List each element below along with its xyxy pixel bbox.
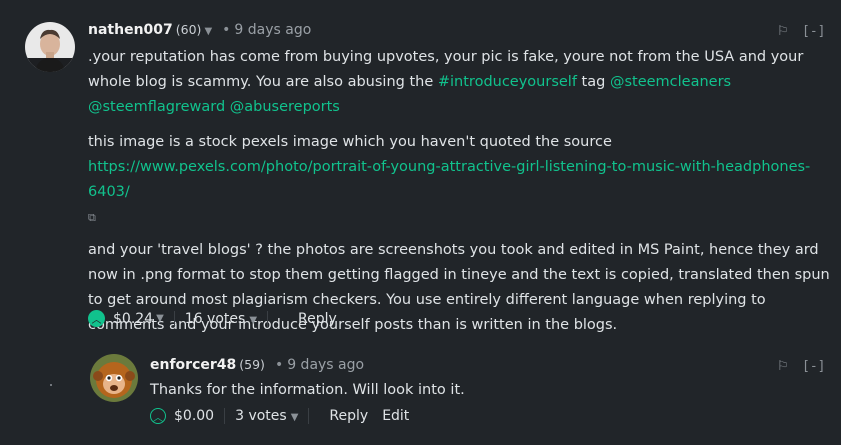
chevron-up-icon: ︿ [153,412,163,424]
flag-icon[interactable]: ⚐ [777,359,789,374]
comment-body: Thanks for the information. Will look in… [150,378,465,403]
reputation: (59) [239,357,265,372]
reply-button[interactable]: Reply [298,311,337,327]
caret-down-icon: ▼ [290,412,299,423]
edit-button[interactable]: Edit [382,408,409,424]
caret-down-icon[interactable]: ▼ [204,26,212,37]
chevron-up-icon: ︿ [91,315,102,326]
separator-dot: • [274,357,284,373]
votes-dropdown[interactable]: 3 votes ▼ [235,408,298,424]
divider [267,310,269,327]
upvote-button[interactable]: ︿ [150,408,166,424]
author-name[interactable]: enforcer48 [150,357,236,373]
separator-dot: • [222,22,231,38]
payout[interactable]: $0.24 [113,311,153,327]
divider [173,310,175,327]
paragraph-1: Thanks for the information. Will look in… [150,382,465,398]
divider [308,408,310,424]
timestamp[interactable]: 9 days ago [234,22,311,38]
mention-link[interactable]: @abusereports [230,99,340,115]
reply-button[interactable]: Reply [329,408,368,424]
comment-footer: ︿ $0.24 ▼ 16 votes ▼ Reply [88,310,337,327]
upvote-button[interactable]: ︿ [88,310,105,327]
flag-icon[interactable]: ⚐ [777,24,789,39]
external-link[interactable]: https://www.pexels.com/photo/portrait-of… [88,159,810,200]
tag-link[interactable]: #introduceyourself [438,74,577,90]
comment-body: .your reputation has come from buying up… [88,45,833,338]
comment-header: nathen007 (60) ▼ • 9 days ago [88,22,311,38]
payout[interactable]: $0.00 [174,408,214,424]
paragraph-url: https://www.pexels.com/photo/portrait-of… [88,155,833,205]
paragraph-ext: ⧉ [88,205,833,230]
thread-dot [50,384,52,386]
paragraph-1: .your reputation has come from buying up… [88,49,804,115]
author-name[interactable]: nathen007 [88,22,173,38]
comment-footer: ︿ $0.00 3 votes ▼ Reply Edit [150,408,409,424]
mention-link[interactable]: @steemcleaners [610,74,731,90]
collapse-button[interactable]: [-] [802,24,825,39]
external-link-icon[interactable]: ⧉ [88,211,96,224]
collapse-button[interactable]: [-] [802,359,825,374]
caret-down-icon: ▼ [249,314,258,326]
mention-link[interactable]: @steemflagreward [88,99,225,115]
reputation: (60) [175,22,202,37]
caret-down-icon[interactable]: ▼ [156,313,164,324]
paragraph-2: this image is a stock pexels image which… [88,134,612,150]
avatar[interactable] [25,22,75,72]
divider [224,408,226,424]
timestamp[interactable]: 9 days ago [287,357,364,373]
avatar[interactable] [90,354,138,402]
comment-header: enforcer48 (59) • 9 days ago [150,357,364,373]
votes-dropdown[interactable]: 16 votes ▼ [185,311,257,327]
